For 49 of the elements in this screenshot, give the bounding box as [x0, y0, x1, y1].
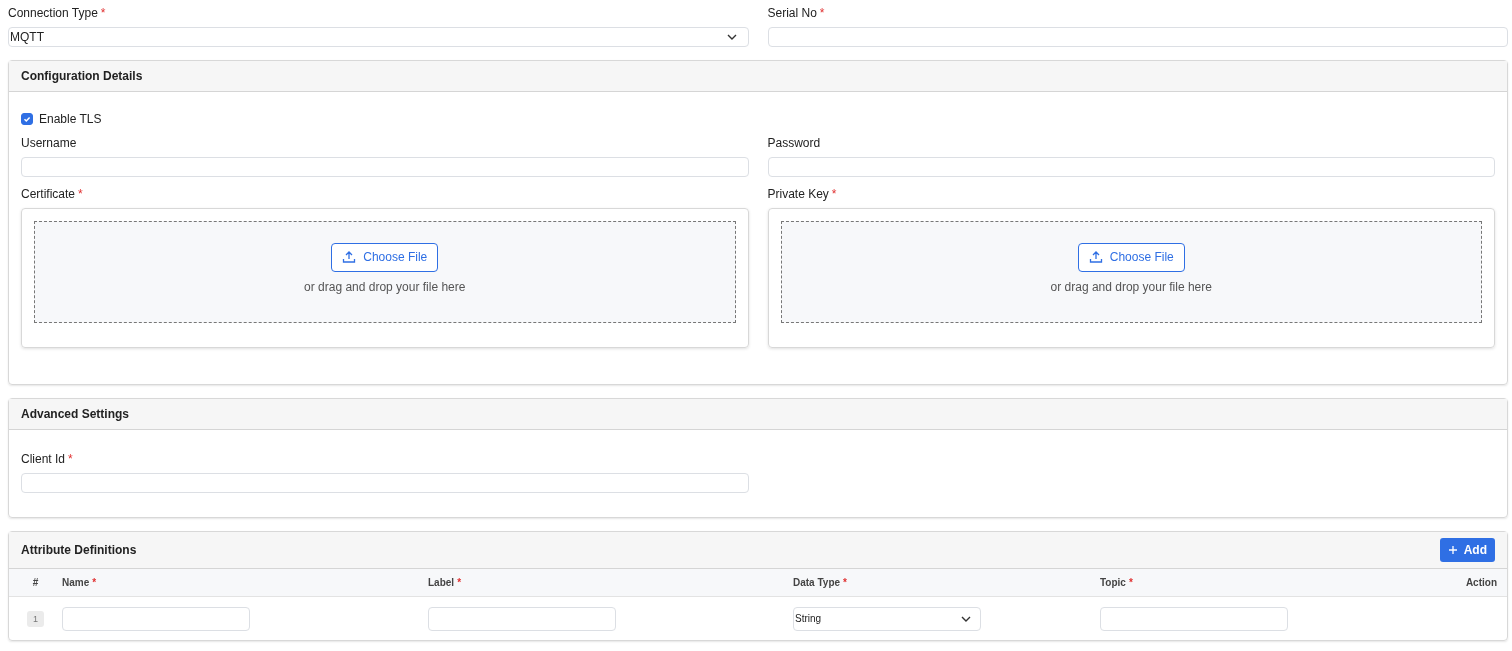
chevron-down-icon	[725, 33, 738, 41]
field-label: Client Id	[21, 452, 66, 466]
input-field[interactable]	[767, 27, 1508, 47]
checkbox[interactable]	[21, 112, 33, 125]
column-header: #	[32, 577, 39, 588]
input-field[interactable]	[62, 606, 250, 631]
column-header: Topic	[1100, 577, 1126, 588]
section-title: Advanced Settings	[21, 407, 130, 421]
required-mark: *	[1128, 577, 1133, 588]
input-field[interactable]	[428, 606, 616, 631]
input-field[interactable]	[21, 473, 749, 493]
required-mark: *	[92, 577, 97, 588]
row-number: 1	[27, 610, 44, 627]
required-mark: *	[100, 6, 106, 20]
field-label: Connection Type	[8, 6, 98, 20]
select-field[interactable]: MQTT	[8, 27, 749, 47]
upload-icon	[342, 250, 357, 264]
input-field[interactable]	[21, 157, 749, 177]
required-mark: *	[831, 187, 837, 201]
column-header: Label	[428, 577, 455, 588]
required-mark: *	[457, 577, 462, 588]
field-label: Username	[21, 136, 77, 150]
select-field[interactable]: String	[793, 606, 981, 631]
column-header: Action	[1465, 577, 1497, 588]
field-label: Private Key	[767, 187, 829, 201]
column-header: Data Type	[793, 577, 841, 588]
section-title: Configuration Details	[21, 69, 143, 83]
required-mark: *	[68, 452, 73, 466]
required-mark: *	[843, 577, 847, 588]
required-mark: *	[78, 187, 83, 201]
field-label: Password	[767, 136, 821, 150]
choose-file-button[interactable]: Choose File	[331, 242, 439, 272]
input-field[interactable]	[1100, 606, 1288, 631]
section-title: Attribute Definitions	[21, 543, 137, 557]
drop-zone[interactable]: Choose File or drag and drop your file here	[34, 221, 736, 323]
choose-file-button[interactable]: Choose File	[1077, 242, 1185, 272]
drop-hint: or drag and drop your file here	[304, 279, 466, 294]
required-mark: *	[819, 6, 825, 20]
plus-icon	[1447, 545, 1458, 555]
drop-hint: or drag and drop your file here	[1050, 279, 1212, 294]
add-button[interactable]: Add	[1439, 538, 1495, 562]
chevron-down-icon	[960, 614, 972, 623]
field-label: Certificate	[21, 187, 76, 201]
field-label: Serial No	[767, 6, 817, 20]
drop-zone[interactable]: Choose File or drag and drop your file here	[780, 221, 1482, 323]
checkbox-label: Enable TLS	[39, 111, 102, 126]
column-header: Name	[62, 577, 90, 588]
input-field[interactable]	[767, 157, 1495, 177]
upload-icon	[1088, 250, 1103, 264]
